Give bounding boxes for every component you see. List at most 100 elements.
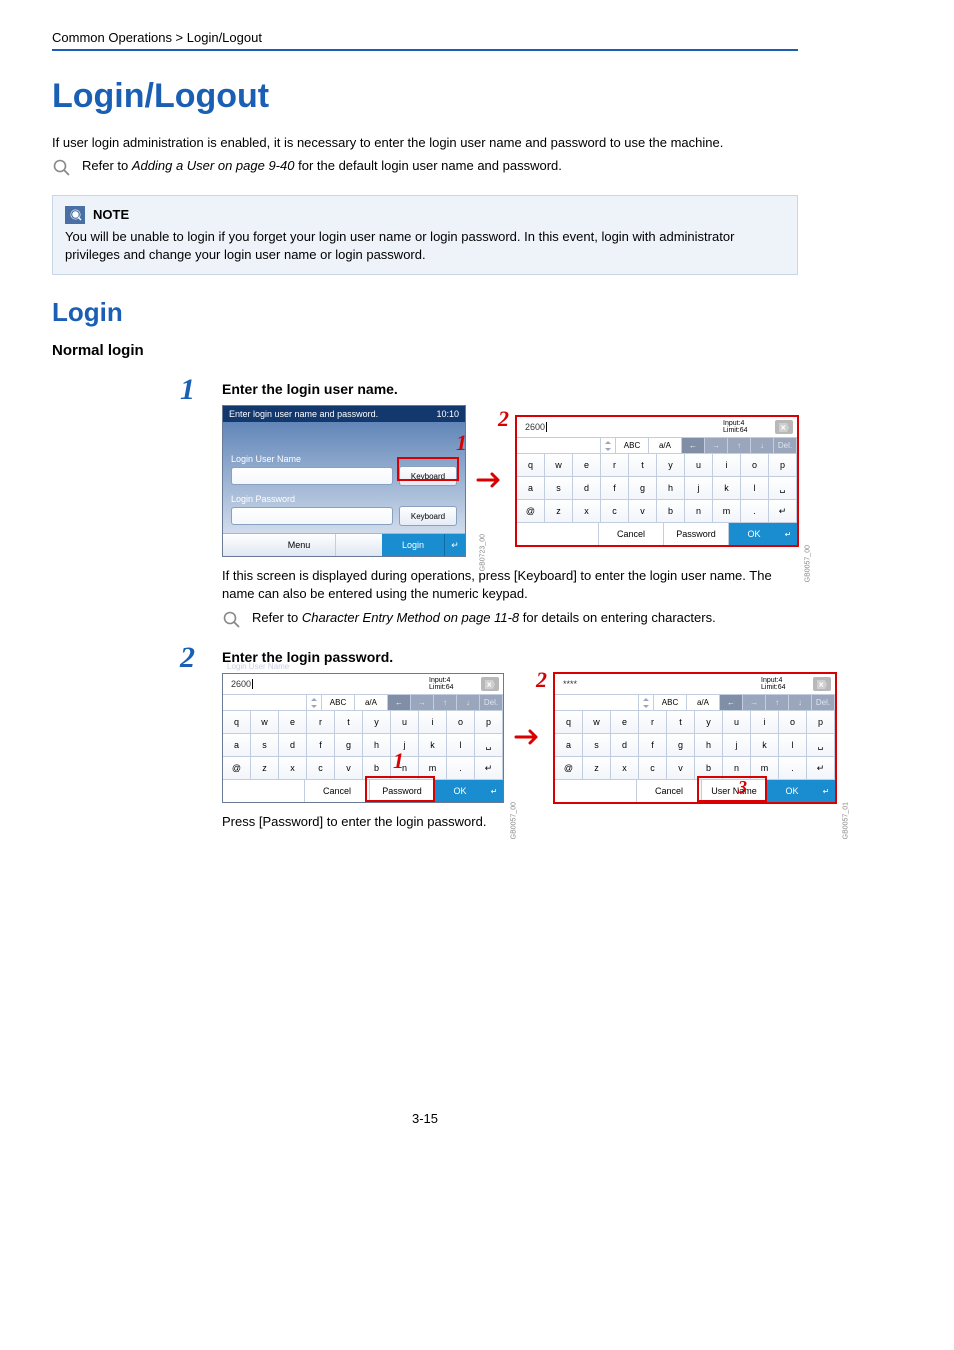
key[interactable]: b bbox=[695, 757, 723, 780]
key[interactable]: s bbox=[583, 734, 611, 757]
key[interactable]: k bbox=[419, 734, 447, 757]
key[interactable]: s bbox=[251, 734, 279, 757]
enter-key[interactable]: ↵ bbox=[475, 757, 503, 780]
key[interactable]: n bbox=[685, 500, 713, 523]
kbd-case-button[interactable]: a/A bbox=[649, 438, 682, 454]
key[interactable]: t bbox=[335, 711, 363, 734]
kbd-cancel-button[interactable]: Cancel bbox=[598, 523, 663, 545]
kbd-updown-icon[interactable] bbox=[639, 695, 654, 711]
kbd-forward-icon[interactable]: → bbox=[705, 438, 728, 454]
key[interactable]: p bbox=[807, 711, 835, 734]
kbd-up-icon[interactable]: ↑ bbox=[728, 438, 751, 454]
key[interactable]: t bbox=[629, 454, 657, 477]
key[interactable]: @ bbox=[555, 757, 583, 780]
kbd-updown-icon[interactable] bbox=[601, 438, 616, 454]
kbd-up-icon[interactable]: ↑ bbox=[434, 695, 457, 711]
kbd-username-button[interactable]: User Name bbox=[701, 780, 766, 802]
keyboard-button-username[interactable]: Keyboard bbox=[399, 466, 457, 486]
kbd-del-button[interactable]: Del. bbox=[774, 438, 797, 454]
key[interactable]: y bbox=[363, 711, 391, 734]
kbd-password-button[interactable]: Password bbox=[369, 780, 434, 802]
enter-key[interactable]: ↵ bbox=[807, 757, 835, 780]
key[interactable]: g bbox=[335, 734, 363, 757]
key[interactable]: x bbox=[573, 500, 601, 523]
kbd-ok-button[interactable]: OK bbox=[766, 780, 817, 802]
key[interactable]: l bbox=[741, 477, 769, 500]
key[interactable]: d bbox=[611, 734, 639, 757]
key[interactable]: k bbox=[751, 734, 779, 757]
key[interactable]: p bbox=[475, 711, 503, 734]
key[interactable]: c bbox=[639, 757, 667, 780]
key[interactable]: v bbox=[629, 500, 657, 523]
kbd-ok-enter-icon[interactable]: ↵ bbox=[485, 780, 503, 802]
key[interactable]: a bbox=[517, 477, 545, 500]
key[interactable]: x bbox=[279, 757, 307, 780]
key[interactable]: y bbox=[695, 711, 723, 734]
key[interactable]: o bbox=[447, 711, 475, 734]
key[interactable]: r bbox=[601, 454, 629, 477]
kbd-case-button[interactable]: a/A bbox=[355, 695, 388, 711]
login-enter-icon[interactable]: ↵ bbox=[445, 534, 465, 556]
keyboard-button-password[interactable]: Keyboard bbox=[399, 506, 457, 526]
key[interactable]: h bbox=[657, 477, 685, 500]
kbd-password-button[interactable]: Password bbox=[663, 523, 728, 545]
key[interactable]: b bbox=[657, 500, 685, 523]
key[interactable]: x bbox=[611, 757, 639, 780]
kbd-updown-icon[interactable] bbox=[307, 695, 322, 711]
kbd-ok-enter-icon[interactable]: ↵ bbox=[779, 523, 797, 545]
key[interactable]: f bbox=[639, 734, 667, 757]
ref-link[interactable]: Adding a User on page 9-40 bbox=[132, 158, 295, 173]
key[interactable]: g bbox=[667, 734, 695, 757]
key[interactable]: b bbox=[363, 757, 391, 780]
key[interactable]: z bbox=[251, 757, 279, 780]
key[interactable]: i bbox=[419, 711, 447, 734]
kbd-ok-button[interactable]: OK bbox=[434, 780, 485, 802]
kbd-back-icon[interactable]: ← bbox=[720, 695, 743, 711]
key[interactable]: u bbox=[723, 711, 751, 734]
enter-key[interactable]: ↵ bbox=[769, 500, 797, 523]
key[interactable]: z bbox=[545, 500, 573, 523]
key[interactable]: o bbox=[741, 454, 769, 477]
key[interactable]: t bbox=[667, 711, 695, 734]
key[interactable]: o bbox=[779, 711, 807, 734]
login-button[interactable]: Login bbox=[382, 534, 445, 556]
space-key[interactable]: ␣ bbox=[475, 734, 503, 757]
key[interactable]: s bbox=[545, 477, 573, 500]
key[interactable]: p bbox=[769, 454, 797, 477]
kbd-del-button[interactable]: Del. bbox=[812, 695, 835, 711]
key[interactable]: n bbox=[723, 757, 751, 780]
key[interactable]: z bbox=[583, 757, 611, 780]
kbd-case-button[interactable]: a/A bbox=[687, 695, 720, 711]
key[interactable]: q bbox=[517, 454, 545, 477]
kbd-down-icon[interactable]: ↓ bbox=[457, 695, 480, 711]
key[interactable]: a bbox=[555, 734, 583, 757]
kbd-back-icon[interactable]: ← bbox=[388, 695, 411, 711]
key[interactable]: u bbox=[391, 711, 419, 734]
key[interactable]: k bbox=[713, 477, 741, 500]
key[interactable]: . bbox=[779, 757, 807, 780]
key[interactable]: e bbox=[279, 711, 307, 734]
login-password-input[interactable] bbox=[231, 507, 393, 525]
key[interactable]: . bbox=[447, 757, 475, 780]
space-key[interactable]: ␣ bbox=[807, 734, 835, 757]
key[interactable]: d bbox=[573, 477, 601, 500]
kbd-down-icon[interactable]: ↓ bbox=[789, 695, 812, 711]
kbd-back-icon[interactable]: ← bbox=[682, 438, 705, 454]
kbd-down-icon[interactable]: ↓ bbox=[751, 438, 774, 454]
kbd-close-icon[interactable] bbox=[813, 677, 831, 691]
login-username-input[interactable] bbox=[231, 467, 393, 485]
kbd-close-icon[interactable] bbox=[481, 677, 499, 691]
kbd-forward-icon[interactable]: → bbox=[743, 695, 766, 711]
key[interactable]: q bbox=[555, 711, 583, 734]
kbd-forward-icon[interactable]: → bbox=[411, 695, 434, 711]
key[interactable]: c bbox=[601, 500, 629, 523]
key[interactable]: @ bbox=[517, 500, 545, 523]
key[interactable]: r bbox=[307, 711, 335, 734]
key[interactable]: f bbox=[307, 734, 335, 757]
key[interactable]: h bbox=[363, 734, 391, 757]
kbd-abc-button[interactable]: ABC bbox=[322, 695, 355, 711]
key[interactable]: j bbox=[723, 734, 751, 757]
kbd-up-icon[interactable]: ↑ bbox=[766, 695, 789, 711]
key[interactable]: m bbox=[419, 757, 447, 780]
kbd-cancel-button[interactable]: Cancel bbox=[304, 780, 369, 802]
